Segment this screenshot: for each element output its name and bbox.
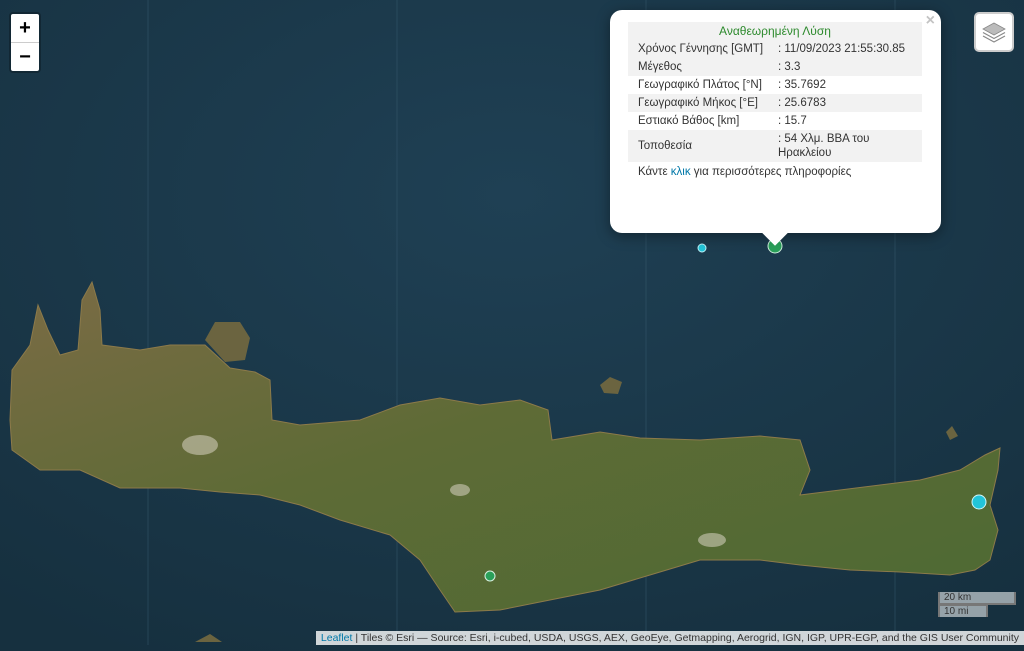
row-value: : 11/09/2023 21:55:30.85: [768, 40, 922, 58]
row-label: Γεωγραφικό Μήκος [°E]: [628, 94, 768, 112]
row-label: Μέγεθος: [628, 58, 768, 76]
leaflet-link[interactable]: Leaflet: [321, 632, 353, 644]
attribution-text: | Tiles © Esri — Source: Esri, i-cubed, …: [352, 632, 1019, 644]
row-value: : 35.7692: [778, 79, 826, 91]
table-row: Χρόνος Γέννησης [GMT] : 11/09/2023 21:55…: [628, 40, 922, 58]
row-label: Χρόνος Γέννησης [GMT]: [628, 40, 768, 58]
table-row: Τοποθεσία : 54 Χλμ. ΒΒΑ του Ηρακλείου: [628, 130, 922, 162]
row-value: : 54 Χλμ. ΒΒΑ του Ηρακλείου: [768, 130, 922, 162]
more-info-prefix: Κάντε: [638, 166, 671, 178]
more-info-text: Κάντε κλικ για περισσότερες πληροφορίες: [628, 162, 923, 182]
zoom-control: + −: [9, 12, 41, 73]
earthquake-marker[interactable]: [697, 243, 707, 253]
earthquake-marker[interactable]: [971, 494, 987, 510]
row-label: Τοποθεσία: [628, 130, 768, 162]
table-row: Γεωγραφικό Πλάτος [°N] : 35.7692: [628, 76, 922, 94]
scale-mi: 10 mi: [938, 604, 988, 617]
layers-icon: [982, 22, 1006, 43]
earthquake-marker[interactable]: [484, 570, 496, 582]
close-icon[interactable]: ×: [926, 12, 935, 30]
row-label: Εστιακό Βάθος [km]: [638, 115, 740, 127]
layers-button[interactable]: [974, 12, 1014, 52]
table-row: Μέγεθος : 3.3: [628, 58, 922, 76]
row-value: : 15.7: [778, 115, 807, 127]
zoom-out-button[interactable]: −: [11, 43, 39, 71]
attribution: Leaflet | Tiles © Esri — Source: Esri, i…: [315, 631, 1024, 645]
row-value: : 3.3: [768, 58, 922, 76]
row-label: Γεωγραφικό Πλάτος [°N]: [638, 79, 762, 91]
scale-bar: 20 km 10 mi: [938, 592, 1016, 617]
popup-title: Αναθεωρημένη Λύση: [628, 22, 922, 40]
table-row: Γεωγραφικό Μήκος [°E] : 25.6783: [628, 94, 922, 112]
earthquake-popup: × Αναθεωρημένη Λύση Χρόνος Γέννησης [GMT…: [610, 10, 941, 246]
table-row: Εστιακό Βάθος [km] : 15.7: [628, 112, 922, 130]
row-value: : 25.6783: [768, 94, 922, 112]
more-info-suffix: για περισσότερες πληροφορίες: [690, 166, 852, 178]
earthquake-details-table: Αναθεωρημένη Λύση Χρόνος Γέννησης [GMT] …: [628, 22, 922, 162]
more-info-link[interactable]: κλικ: [671, 166, 691, 178]
zoom-in-button[interactable]: +: [11, 14, 39, 43]
